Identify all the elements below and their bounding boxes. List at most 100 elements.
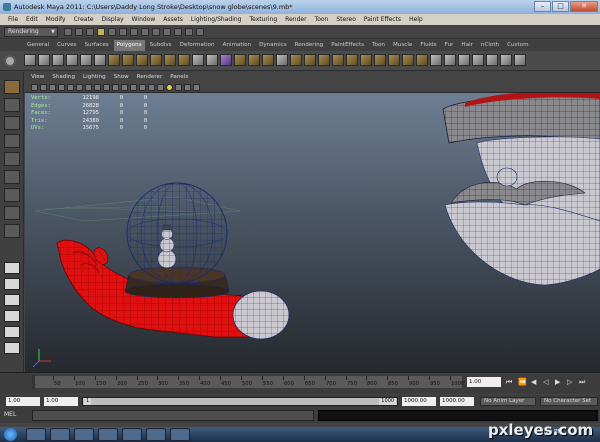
- time-slider-track[interactable]: 1501001502002503003504004505005506006507…: [32, 376, 464, 388]
- tab-subdivs[interactable]: Subdivs: [147, 40, 175, 51]
- offset-edge-loop-icon[interactable]: [374, 54, 386, 66]
- open-scene-icon[interactable]: [75, 28, 83, 36]
- maximize-button[interactable]: □: [552, 1, 569, 12]
- split-polygon-icon[interactable]: [346, 54, 358, 66]
- bookmarks-icon[interactable]: [49, 84, 56, 91]
- snap-point-icon[interactable]: [152, 28, 160, 36]
- start-button[interactable]: [4, 428, 17, 441]
- poly-cube-icon[interactable]: [38, 54, 50, 66]
- new-scene-icon[interactable]: [64, 28, 72, 36]
- panel-menu-shading[interactable]: Shading: [52, 72, 75, 82]
- poly-pyramid-icon[interactable]: [122, 54, 134, 66]
- panel-menu-lighting[interactable]: Lighting: [83, 72, 106, 82]
- tab-toon[interactable]: Toon: [369, 40, 388, 51]
- command-language-label[interactable]: MEL: [4, 411, 16, 418]
- combine-icon[interactable]: [192, 54, 204, 66]
- planar-map-icon[interactable]: [472, 54, 484, 66]
- show-manipulator-icon[interactable]: [4, 224, 20, 238]
- four-view-layout-icon[interactable]: [4, 278, 20, 290]
- step-back-key-icon[interactable]: ⏪: [518, 378, 527, 386]
- anim-layer-dropdown[interactable]: No Anim Layer: [480, 397, 536, 406]
- history-icon[interactable]: [163, 28, 171, 36]
- snap-curve-icon[interactable]: [141, 28, 149, 36]
- explorer-taskbar-icon[interactable]: [26, 428, 46, 441]
- menu-texturing[interactable]: Texturing: [249, 14, 277, 25]
- move-tool-icon[interactable]: [4, 134, 20, 148]
- poly-cylinder-icon[interactable]: [52, 54, 64, 66]
- persp-outliner-layout-icon[interactable]: [4, 294, 20, 306]
- mirror-geometry-icon[interactable]: [276, 54, 288, 66]
- range-slider-bar[interactable]: 1 1000: [82, 397, 398, 406]
- extrude-icon[interactable]: [290, 54, 302, 66]
- animation-start-field[interactable]: 1.00: [6, 397, 40, 406]
- menu-help[interactable]: Help: [409, 14, 423, 25]
- render-settings-icon[interactable]: [196, 28, 204, 36]
- textured-icon[interactable]: [157, 84, 164, 91]
- tab-polygons[interactable]: Polygons: [113, 40, 145, 51]
- tab-general[interactable]: General: [24, 40, 52, 51]
- tab-fur[interactable]: Fur: [442, 40, 457, 51]
- time-slider[interactable]: 1501001502002503003504004505005506006507…: [0, 372, 600, 394]
- shadows-icon[interactable]: [175, 84, 182, 91]
- play-backwards-icon[interactable]: ◁: [543, 378, 548, 386]
- go-to-end-icon[interactable]: ⏭: [579, 378, 585, 387]
- menu-modify[interactable]: Modify: [46, 14, 66, 25]
- wireframe-on-shaded-icon[interactable]: [148, 84, 155, 91]
- single-perspective-layout-icon[interactable]: [4, 262, 20, 274]
- poly-prism-icon[interactable]: [108, 54, 120, 66]
- persp-graph-layout-icon[interactable]: [4, 310, 20, 322]
- boolean-union-icon[interactable]: [234, 54, 246, 66]
- cylindrical-map-icon[interactable]: [486, 54, 498, 66]
- hypershade-persp-layout-icon[interactable]: [4, 326, 20, 338]
- play-forwards-icon[interactable]: ▶: [555, 378, 560, 386]
- poke-face-icon[interactable]: [430, 54, 442, 66]
- xray-icon[interactable]: [184, 84, 191, 91]
- poly-soccer-ball-icon[interactable]: [164, 54, 176, 66]
- menu-render[interactable]: Render: [285, 14, 306, 25]
- lasso-tool-icon[interactable]: [4, 98, 20, 112]
- spherical-map-icon[interactable]: [500, 54, 512, 66]
- resolution-gate-icon[interactable]: [85, 84, 92, 91]
- uv-editor-icon[interactable]: [458, 54, 470, 66]
- select-tool-icon[interactable]: [4, 80, 20, 94]
- scale-tool-icon[interactable]: [4, 170, 20, 184]
- boolean-difference-icon[interactable]: [248, 54, 260, 66]
- fill-hole-icon[interactable]: [332, 54, 344, 66]
- wedge-icon[interactable]: [416, 54, 428, 66]
- app-taskbar-icon[interactable]: [146, 428, 166, 441]
- playback-end-field[interactable]: 1000.00: [402, 397, 436, 406]
- paint-select-tool-icon[interactable]: [4, 116, 20, 130]
- tab-muscle[interactable]: Muscle: [390, 40, 415, 51]
- panel-menu-show[interactable]: Show: [114, 72, 129, 82]
- tab-fluids[interactable]: Fluids: [417, 40, 439, 51]
- menu-assets[interactable]: Assets: [163, 14, 183, 25]
- current-frame-field[interactable]: 1.00: [467, 377, 501, 387]
- soft-modification-icon[interactable]: [4, 206, 20, 220]
- poly-torus-icon[interactable]: [94, 54, 106, 66]
- poly-cone-icon[interactable]: [66, 54, 78, 66]
- menu-create[interactable]: Create: [74, 14, 94, 25]
- shelf-menu-gear-icon[interactable]: [4, 55, 16, 67]
- panel-menu-renderer[interactable]: Renderer: [137, 72, 163, 82]
- menu-display[interactable]: Display: [102, 14, 124, 25]
- tab-custom[interactable]: Custom: [504, 40, 531, 51]
- menu-set-dropdown[interactable]: Rendering ▼: [4, 27, 58, 37]
- menu-lighting-shading[interactable]: Lighting/Shading: [191, 14, 242, 25]
- tab-deformation[interactable]: Deformation: [177, 40, 218, 51]
- poly-plane-icon[interactable]: [80, 54, 92, 66]
- poly-helix-icon[interactable]: [150, 54, 162, 66]
- close-button[interactable]: ✕: [570, 1, 598, 12]
- playback-start-field[interactable]: 1.00: [44, 397, 78, 406]
- tab-surfaces[interactable]: Surfaces: [81, 40, 111, 51]
- character-set-dropdown[interactable]: No Character Set: [540, 397, 598, 406]
- insert-edge-loop-icon[interactable]: [360, 54, 372, 66]
- tab-dynamics[interactable]: Dynamics: [256, 40, 290, 51]
- poly-pipe-icon[interactable]: [136, 54, 148, 66]
- tab-animation[interactable]: Animation: [220, 40, 255, 51]
- universal-manipulator-icon[interactable]: [4, 188, 20, 202]
- perspective-viewport[interactable]: Verts: 12198 0 0 Edges: 26828 0 0 Faces:…: [25, 93, 600, 372]
- menu-edit[interactable]: Edit: [26, 14, 38, 25]
- separate-icon[interactable]: [206, 54, 218, 66]
- step-back-frame-icon[interactable]: ◀: [531, 378, 536, 386]
- use-all-lights-icon[interactable]: [166, 84, 173, 91]
